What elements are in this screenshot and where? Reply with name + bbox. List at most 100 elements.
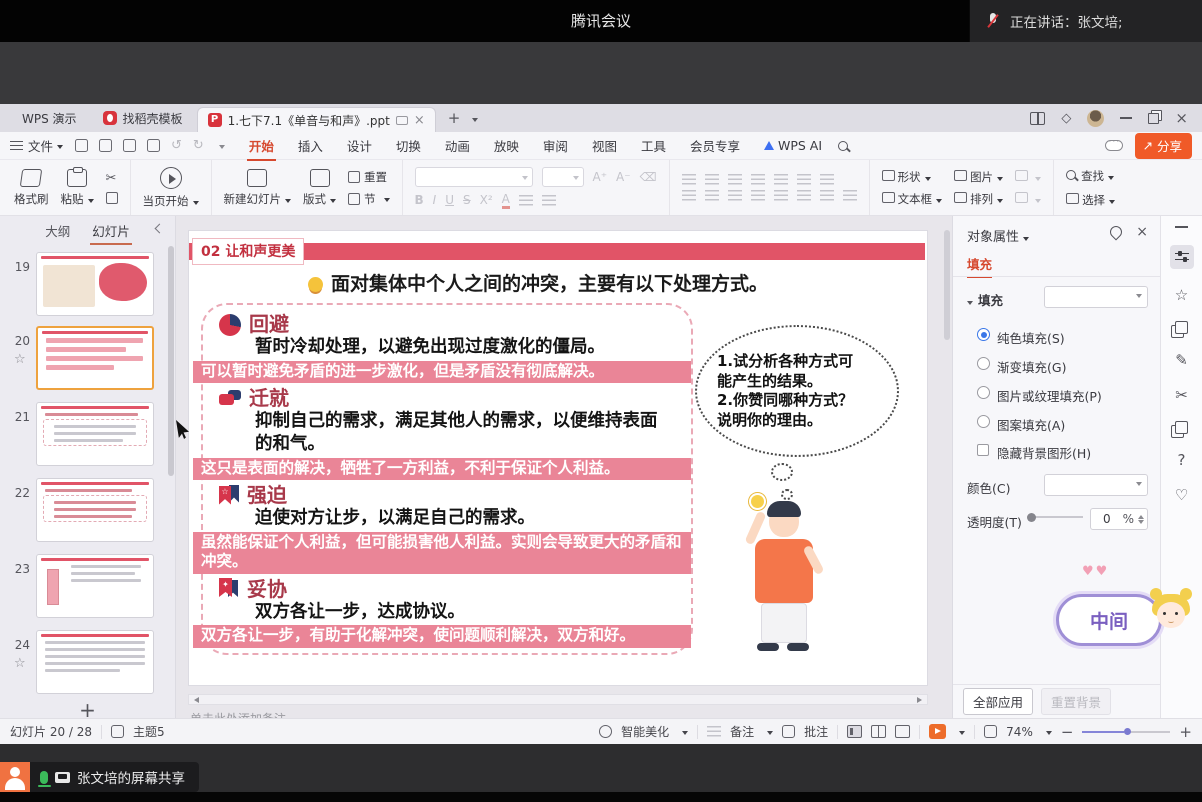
- transparency-slider[interactable]: [1029, 516, 1083, 518]
- map-rail-icon[interactable]: [1175, 421, 1188, 434]
- play-current-button[interactable]: 当页开始: [143, 167, 199, 209]
- slide-thumbnail-23[interactable]: [36, 554, 154, 618]
- wps-app-menu[interactable]: WPS 演示: [10, 110, 89, 127]
- tab-list-dropdown[interactable]: [468, 111, 478, 125]
- shapes-button[interactable]: 形状: [882, 169, 943, 185]
- slide-thumbnail-22[interactable]: [36, 478, 154, 542]
- bold-button[interactable]: B: [415, 193, 424, 207]
- zoom-slider[interactable]: [1082, 731, 1170, 733]
- tab-outline[interactable]: 大纲: [45, 221, 70, 240]
- slide-vertical-scrollbar[interactable]: [944, 230, 950, 686]
- paste-button[interactable]: 粘贴: [61, 169, 94, 207]
- new-tab-button[interactable]: +: [448, 109, 461, 127]
- increase-font-icon[interactable]: A⁺: [593, 170, 608, 184]
- arrange-button[interactable]: 排列: [954, 191, 1003, 207]
- shapes-rail-icon[interactable]: [1175, 321, 1188, 334]
- zoom-out-button[interactable]: −: [1061, 723, 1074, 741]
- tab-transition[interactable]: 切换: [394, 131, 423, 160]
- tab-tools[interactable]: 工具: [639, 131, 668, 160]
- undo-icon[interactable]: ↺: [171, 138, 182, 153]
- tab-review[interactable]: 审阅: [541, 131, 570, 160]
- beautify-icon[interactable]: [599, 725, 612, 738]
- close-panel-icon[interactable]: ×: [1136, 224, 1148, 240]
- format-painter-button[interactable]: 格式刷: [14, 169, 49, 207]
- reading-view-icon[interactable]: [895, 725, 910, 738]
- align-objects-icon[interactable]: [820, 190, 834, 201]
- split-view-icon[interactable]: [1030, 112, 1045, 125]
- slide-horizontal-scrollbar[interactable]: [188, 694, 928, 705]
- tab-design[interactable]: 设计: [345, 131, 374, 160]
- strike-button[interactable]: S: [463, 193, 471, 207]
- slide-thumbnail-20[interactable]: [36, 326, 154, 390]
- notes-icon[interactable]: [707, 726, 721, 737]
- cut-icon[interactable]: ✂: [106, 171, 118, 186]
- layout-button[interactable]: 版式: [303, 169, 336, 207]
- tab-home[interactable]: 开始: [247, 131, 276, 160]
- user-avatar[interactable]: [1087, 110, 1104, 127]
- font-color-button[interactable]: A: [502, 192, 510, 209]
- scroll-right-icon[interactable]: [917, 697, 925, 703]
- comments-label[interactable]: 批注: [804, 723, 828, 740]
- gradient-fill-radio[interactable]: [977, 357, 990, 370]
- minimize-button[interactable]: [1120, 117, 1132, 119]
- tab-animation[interactable]: 动画: [443, 131, 472, 160]
- normal-view-icon[interactable]: [847, 725, 862, 738]
- hamburger-icon[interactable]: [10, 141, 23, 150]
- zoom-level[interactable]: 74%: [1006, 725, 1033, 739]
- line-spacing-icon[interactable]: [797, 174, 811, 185]
- transparency-spinner[interactable]: 0 %: [1090, 508, 1148, 530]
- edit-rail-icon[interactable]: ✎: [1175, 351, 1188, 369]
- screen-share-pill[interactable]: 张文培的屏幕共享: [0, 762, 199, 792]
- picture-button[interactable]: 图片: [954, 169, 1003, 185]
- tab-view[interactable]: 视图: [590, 131, 619, 160]
- increase-indent-icon[interactable]: [751, 174, 765, 185]
- distribute-icon[interactable]: [774, 190, 788, 201]
- fit-window-icon[interactable]: [984, 725, 997, 738]
- tab-wps-ai[interactable]: WPS AI: [762, 133, 824, 158]
- fill-tab[interactable]: 填充: [967, 254, 992, 273]
- numbering-icon[interactable]: [705, 174, 719, 185]
- solid-fill-radio[interactable]: [977, 328, 990, 341]
- align-right-icon[interactable]: [728, 190, 742, 201]
- highlight-button[interactable]: [519, 195, 533, 206]
- fill-group-header[interactable]: 填充: [967, 290, 1003, 309]
- bullets-icon[interactable]: [682, 174, 696, 185]
- tab-insert[interactable]: 插入: [296, 131, 325, 160]
- heart-rail-icon[interactable]: ♡: [1175, 486, 1188, 504]
- file-menu[interactable]: 文件: [28, 136, 53, 155]
- hide-background-checkbox[interactable]: [977, 444, 989, 456]
- properties-rail-icon[interactable]: [1170, 245, 1194, 269]
- redo-icon[interactable]: ↻: [193, 138, 204, 153]
- text-effects-button[interactable]: [542, 195, 556, 206]
- close-window-button[interactable]: ×: [1175, 111, 1188, 126]
- justify-icon[interactable]: [751, 190, 765, 201]
- help-rail-icon[interactable]: ?: [1178, 451, 1186, 469]
- notes-label[interactable]: 备注: [730, 723, 754, 740]
- slide-thumbnail-24[interactable]: [36, 630, 154, 694]
- reset-button[interactable]: 重置: [348, 169, 390, 185]
- text-tools-icon[interactable]: [820, 174, 834, 185]
- tab-slideshow[interactable]: 放映: [492, 131, 521, 160]
- collapse-rail-icon[interactable]: [1175, 226, 1188, 228]
- pattern-fill-label[interactable]: 图案填充(A): [997, 415, 1065, 434]
- close-tab-icon[interactable]: ×: [414, 114, 425, 127]
- spinner-arrows[interactable]: [1138, 512, 1147, 527]
- section-button[interactable]: 节: [348, 191, 390, 207]
- superscript-button[interactable]: X²: [480, 193, 493, 207]
- slide-sorter-icon[interactable]: [871, 725, 886, 738]
- transparency-value[interactable]: 0: [1091, 512, 1123, 526]
- textbox-button[interactable]: 文本框: [882, 191, 943, 207]
- decrease-indent-icon[interactable]: [728, 174, 742, 185]
- workspace-icon[interactable]: ◇: [1061, 111, 1071, 126]
- properties-title[interactable]: 对象属性: [967, 226, 1029, 245]
- search-icon[interactable]: [838, 141, 848, 151]
- new-slide-button[interactable]: 新建幻灯片: [224, 169, 292, 207]
- underline-button[interactable]: U: [445, 193, 454, 207]
- comments-icon[interactable]: [782, 725, 795, 738]
- file-menu-caret[interactable]: [57, 145, 63, 152]
- save-icon[interactable]: [75, 139, 88, 152]
- mic-muted-icon[interactable]: [986, 11, 1000, 31]
- font-size-select[interactable]: [542, 167, 584, 187]
- theme-icon[interactable]: [111, 725, 124, 738]
- restore-button[interactable]: [1148, 113, 1159, 124]
